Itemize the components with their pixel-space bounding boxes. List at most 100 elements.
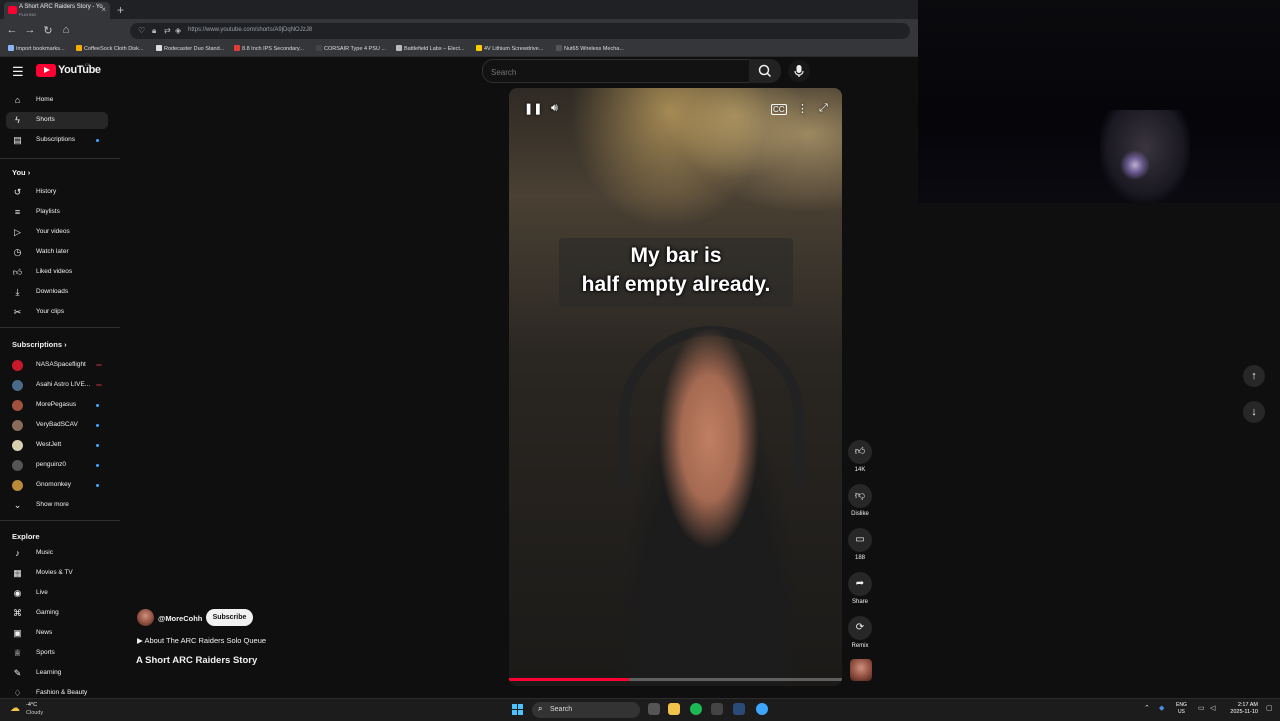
share-button[interactable]: ➦: [848, 572, 872, 596]
channel-avatar[interactable]: [137, 609, 154, 626]
sidebar-item-learning[interactable]: ✎ Learning: [6, 665, 108, 682]
address-bar[interactable]: ♡ 🔒︎ ⇄ ◈ https://www.youtube.com/shorts/…: [130, 23, 910, 39]
app-icon[interactable]: [733, 703, 745, 715]
audio-source-avatar[interactable]: [850, 659, 872, 681]
shorts-player[interactable]: My bar is half empty already. ❚❚ 🔊︎ CC ⋮…: [509, 88, 842, 686]
sidebar-item-music[interactable]: ♪ Music: [6, 545, 108, 562]
sidebar-item-history[interactable]: ↺ History: [6, 184, 108, 201]
sidebar-item-your-clips[interactable]: ✂ Your clips: [6, 304, 108, 321]
bookmark-item[interactable]: Battlefield Labs – Elect...: [396, 45, 465, 52]
sidebar-item-playlists[interactable]: ≡ Playlists: [6, 204, 108, 221]
pause-icon[interactable]: ❚❚: [524, 102, 542, 115]
speaker-icon[interactable]: ◁: [1210, 704, 1215, 712]
youtube-wordmark[interactable]: YouTube: [58, 64, 101, 76]
sidebar-item-sports[interactable]: ♕ Sports: [6, 645, 108, 662]
subscribe-button[interactable]: Subscribe: [206, 609, 253, 626]
bookmark-item[interactable]: CORSAIR Type 4 PSU ...: [316, 45, 386, 52]
sidebar-item-news[interactable]: ▣ News: [6, 625, 108, 642]
video-title[interactable]: A Short ARC Raiders Story: [136, 655, 257, 666]
browser-tab[interactable]: A Short ARC Raiders Story - Yo PLAYING ×: [4, 2, 110, 19]
tray-chevron-icon[interactable]: ⌃: [1144, 704, 1150, 712]
new-tab-icon[interactable]: +: [117, 3, 124, 17]
sidebar-item-movies[interactable]: ▦ Movies & TV: [6, 565, 108, 582]
back-icon[interactable]: ←: [6, 24, 18, 36]
browser-app-icon[interactable]: [756, 703, 768, 715]
voice-search-button[interactable]: [788, 60, 810, 82]
progress-bar[interactable]: [509, 678, 842, 681]
weather-temp[interactable]: -4°C: [26, 702, 37, 708]
sidebar-sub-channel[interactable]: MorePegasus: [6, 397, 108, 414]
remix-button[interactable]: ⟳: [848, 616, 872, 640]
hamburger-menu-icon[interactable]: ☰: [12, 64, 24, 80]
bookmark-item[interactable]: Nut65 Wireless Mecha...: [556, 45, 624, 52]
sidebar-item-shorts[interactable]: ϟ Shorts: [6, 112, 108, 129]
about-link[interactable]: ▶ About The ARC Raiders Solo Queue: [137, 636, 266, 645]
bookmark-item[interactable]: 4V Lithium Screwdrive...: [476, 45, 543, 52]
sidebar-item-liked-videos[interactable]: 👍︎ Liked videos: [6, 264, 108, 281]
comments-button[interactable]: ▭: [848, 528, 872, 552]
search-input[interactable]: [489, 63, 743, 81]
sidebar-item-your-videos[interactable]: ▷ Your videos: [6, 224, 108, 241]
network-icon[interactable]: ▭: [1198, 704, 1205, 712]
sidebar-item-watch-later[interactable]: ◷ Watch later: [6, 244, 108, 261]
previous-short-button[interactable]: ↑: [1243, 365, 1265, 387]
weather-desc[interactable]: Cloudy: [26, 710, 43, 716]
sidebar-sub-channel[interactable]: Asahi Astro LIVE...: [6, 377, 108, 394]
more-options-icon[interactable]: ⋮: [797, 102, 808, 115]
forward-icon[interactable]: →: [24, 24, 36, 36]
sidebar-sub-channel[interactable]: penguinz0: [6, 457, 108, 474]
fullscreen-icon[interactable]: ⤢: [819, 102, 828, 115]
bookmark-item[interactable]: CoffeeSock Cloth Disk...: [76, 45, 144, 52]
sidebar-sub-channel[interactable]: VeryBadSCAV: [6, 417, 108, 434]
heart-icon[interactable]: ♡: [138, 26, 145, 35]
youtube-logo-icon[interactable]: [36, 64, 56, 77]
task-view-icon[interactable]: [648, 703, 660, 715]
sidebar-item-downloads[interactable]: ⤓ Downloads: [6, 284, 108, 301]
volume-icon[interactable]: 🔊︎: [551, 102, 558, 115]
channel-handle[interactable]: @MoreCohh: [158, 614, 202, 623]
language-indicator[interactable]: ENG US: [1176, 702, 1187, 716]
next-short-button[interactable]: ↓: [1243, 401, 1265, 423]
sidebar-item-gaming[interactable]: ⌘ Gaming: [6, 605, 108, 622]
subscriptions-section-header[interactable]: Subscriptions ›: [12, 340, 67, 349]
sidebar-sub-channel[interactable]: NASASpaceflight: [6, 357, 108, 374]
bookmark-item[interactable]: Import bookmarks...: [8, 45, 65, 52]
sidebar-divider: [0, 327, 120, 328]
url-text[interactable]: https://www.youtube.com/shorts/A9jDqNOJz…: [188, 27, 312, 33]
search-box[interactable]: [482, 59, 750, 83]
sidebar-item-live[interactable]: ◉ Live: [6, 585, 108, 602]
captions-icon[interactable]: CC: [771, 104, 787, 115]
tray-app-icon[interactable]: ◆: [1159, 704, 1164, 712]
file-explorer-icon[interactable]: [668, 703, 680, 715]
sidebar-item-home[interactable]: ⌂ Home: [6, 92, 108, 109]
like-button[interactable]: 👍︎: [848, 440, 872, 464]
notification-icon[interactable]: ▢: [1266, 704, 1273, 712]
dislike-button[interactable]: 👎︎: [848, 484, 872, 508]
close-tab-icon[interactable]: ×: [101, 5, 106, 14]
tune-icon[interactable]: ⇄: [164, 26, 171, 35]
shield-icon[interactable]: ◈: [175, 26, 181, 35]
sidebar-sub-channel[interactable]: WestJett: [6, 437, 108, 454]
sidebar-item-subscriptions[interactable]: ▤ Subscriptions: [6, 132, 108, 149]
sidebar-item-label: Gaming: [36, 609, 59, 616]
sidebar-item-label: Playlists: [36, 208, 60, 215]
taskbar-search[interactable]: ⌕ Search: [532, 702, 640, 718]
sidebar-sub-channel[interactable]: Gnomonkey: [6, 477, 108, 494]
sidebar-item-fashion[interactable]: ♢ Fashion & Beauty: [6, 685, 108, 698]
bookmark-item[interactable]: Rodecaster Duo Stand...: [156, 45, 224, 52]
play-triangle: [44, 67, 50, 73]
weather-cloud-icon[interactable]: ☁: [10, 703, 20, 714]
search-button[interactable]: [749, 59, 781, 83]
app-icon[interactable]: [711, 703, 723, 715]
playlists-icon: ≡: [14, 207, 21, 217]
system-clock[interactable]: 2:17 AM 2025-11-10: [1224, 702, 1258, 716]
spotify-icon[interactable]: [690, 703, 702, 715]
bookmark-item[interactable]: 8.8 Inch IPS Secondary...: [234, 45, 304, 52]
sidebar-show-more[interactable]: ⌄ Show more: [6, 497, 108, 514]
you-section-header[interactable]: You ›: [12, 168, 30, 177]
lock-icon[interactable]: 🔒︎: [152, 26, 156, 36]
windows-start-icon[interactable]: [512, 704, 523, 715]
reload-icon[interactable]: ↻: [42, 24, 54, 37]
home-browser-icon[interactable]: ⌂: [60, 24, 72, 36]
scissors-icon: ✂: [13, 307, 22, 317]
